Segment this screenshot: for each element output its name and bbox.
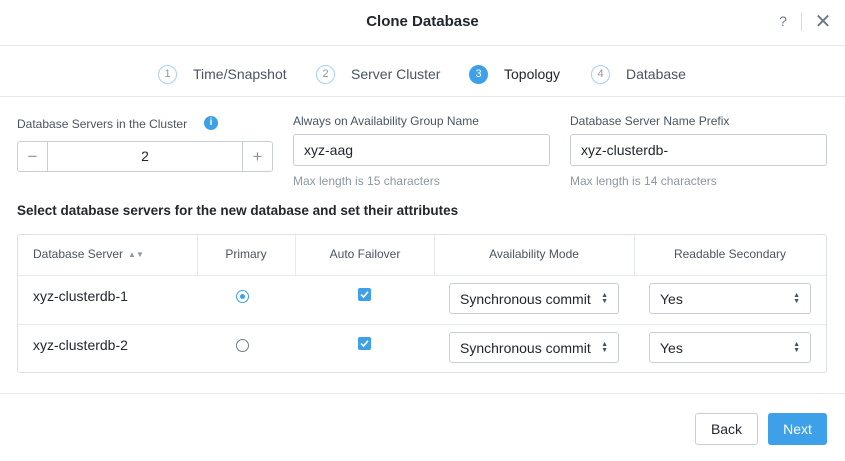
step-label: Time/Snapshot bbox=[193, 66, 287, 82]
step-server-cluster[interactable]: 2 Server Cluster bbox=[316, 64, 440, 84]
select-value: Synchronous commit bbox=[460, 340, 591, 356]
column-divider bbox=[434, 235, 435, 275]
auto-failover-checkbox[interactable] bbox=[358, 288, 371, 301]
step-label: Server Cluster bbox=[351, 66, 441, 82]
servers-count-input[interactable] bbox=[48, 142, 242, 171]
select-value: Synchronous commit bbox=[460, 291, 591, 307]
select-caret-icon: ▲ ▼ bbox=[793, 341, 800, 354]
column-header-server[interactable]: Database Server ▲▼ bbox=[33, 247, 144, 261]
step-number: 2 bbox=[316, 64, 335, 84]
help-icon[interactable]: ? bbox=[776, 13, 790, 29]
step-number: 1 bbox=[158, 64, 177, 84]
ag-name-input[interactable] bbox=[293, 134, 550, 166]
servers-count-stepper: − + bbox=[17, 141, 273, 172]
column-header-primary: Primary bbox=[225, 247, 267, 261]
step-time-snapshot[interactable]: 1 Time/Snapshot bbox=[158, 64, 287, 84]
availability-mode-select[interactable]: Synchronous commit ▲ ▼ bbox=[449, 332, 619, 363]
checkmark-icon bbox=[360, 291, 369, 299]
ag-name-label: Always on Availability Group Name bbox=[293, 114, 479, 128]
checkmark-icon bbox=[360, 340, 369, 348]
increment-button[interactable]: + bbox=[242, 142, 272, 171]
name-prefix-input[interactable] bbox=[570, 134, 827, 166]
readable-secondary-select[interactable]: Yes ▲ ▼ bbox=[649, 332, 811, 363]
decrement-button[interactable]: − bbox=[18, 142, 48, 171]
column-divider bbox=[197, 235, 198, 275]
header-row-divider bbox=[18, 275, 826, 276]
primary-radio[interactable] bbox=[236, 339, 249, 352]
servers-table: Database Server ▲▼ Primary Auto Failover … bbox=[17, 234, 827, 373]
column-header-auto-failover: Auto Failover bbox=[329, 247, 401, 261]
column-divider bbox=[634, 235, 635, 275]
sort-icon[interactable]: ▲▼ bbox=[128, 250, 144, 259]
select-value: Yes bbox=[660, 340, 683, 356]
header-divider bbox=[801, 13, 802, 31]
column-header-readable-secondary: Readable Secondary bbox=[673, 247, 787, 261]
column-header-availability-mode: Availability Mode bbox=[489, 247, 579, 261]
row-divider bbox=[18, 324, 826, 325]
wizard-steps: 1 Time/Snapshot 2 Server Cluster 3 Topol… bbox=[0, 64, 845, 84]
step-label: Database bbox=[626, 66, 686, 82]
step-label: Topology bbox=[504, 66, 561, 82]
steps-divider bbox=[0, 96, 845, 97]
select-caret-icon: ▲ ▼ bbox=[793, 292, 800, 305]
server-name: xyz-clusterdb-2 bbox=[33, 337, 128, 353]
section-title: Select database servers for the new data… bbox=[17, 203, 459, 218]
ag-name-hint: Max length is 15 characters bbox=[293, 174, 440, 188]
step-number: 3 bbox=[469, 64, 488, 84]
availability-mode-select[interactable]: Synchronous commit ▲ ▼ bbox=[449, 283, 619, 314]
footer-divider bbox=[0, 393, 845, 394]
auto-failover-checkbox[interactable] bbox=[358, 337, 371, 350]
next-button[interactable]: Next bbox=[768, 413, 827, 445]
select-value: Yes bbox=[660, 291, 683, 307]
server-name: xyz-clusterdb-1 bbox=[33, 288, 128, 304]
name-prefix-label: Database Server Name Prefix bbox=[570, 114, 730, 128]
column-header-label: Database Server bbox=[33, 247, 124, 261]
name-prefix-hint: Max length is 14 characters bbox=[570, 174, 717, 188]
step-topology[interactable]: 3 Topology bbox=[469, 64, 560, 84]
dialog-title: Clone Database bbox=[366, 13, 479, 30]
step-number: 4 bbox=[591, 64, 610, 84]
primary-radio[interactable] bbox=[236, 290, 249, 303]
step-database[interactable]: 4 Database bbox=[591, 64, 686, 84]
select-caret-icon: ▲ ▼ bbox=[601, 341, 608, 354]
select-caret-icon: ▲ ▼ bbox=[601, 292, 608, 305]
back-button[interactable]: Back bbox=[695, 413, 758, 445]
info-icon[interactable]: i bbox=[204, 116, 218, 130]
column-divider bbox=[295, 235, 296, 275]
servers-count-label: Database Servers in the Cluster bbox=[17, 117, 188, 131]
readable-secondary-select[interactable]: Yes ▲ ▼ bbox=[649, 283, 811, 314]
close-icon[interactable]: ✕ bbox=[814, 12, 832, 32]
dialog-header: Clone Database ? ✕ bbox=[0, 0, 845, 46]
